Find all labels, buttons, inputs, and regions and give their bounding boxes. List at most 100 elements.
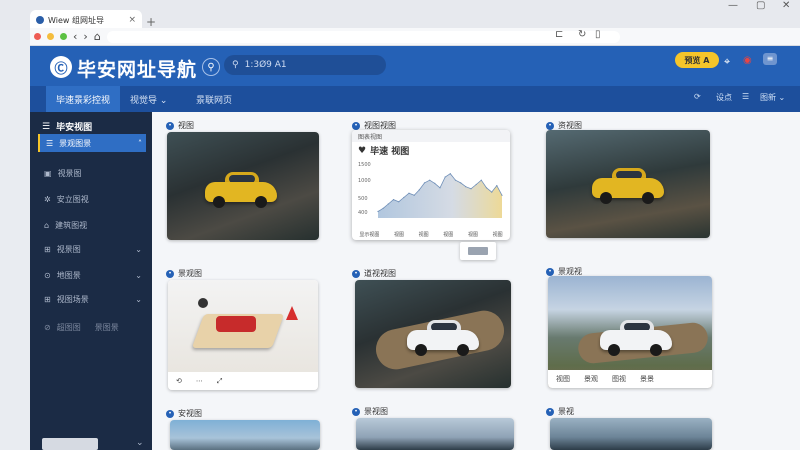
nav-tab-2[interactable]: 景联网页 — [186, 86, 242, 112]
card-4[interactable] — [355, 280, 511, 388]
avatar[interactable] — [42, 438, 98, 450]
bookmark-icon[interactable]: ▯ — [595, 29, 601, 40]
grid-icon[interactable]: ☰ — [742, 92, 749, 101]
notification-icon[interactable]: ◉ — [743, 55, 752, 66]
card-footer-item[interactable]: 景观 — [584, 374, 598, 384]
pin-icon: • — [352, 121, 360, 130]
chart-point — [377, 210, 379, 213]
search-icon: ⚲ — [232, 60, 239, 70]
sidebar-item-2[interactable]: ✲ 安立图视 — [38, 190, 146, 208]
traffic-zoom-icon[interactable] — [60, 33, 67, 40]
card-label-text: 道视视图 — [364, 269, 396, 278]
sphere-model — [198, 298, 208, 308]
card-label-0: • 视图 — [166, 120, 194, 131]
search-toggle-icon[interactable]: ⚲ — [202, 58, 220, 76]
chart-point — [480, 179, 482, 181]
sidebar-item-label: 安立图视 — [56, 194, 89, 204]
chart-footer-item[interactable]: 视图 — [394, 231, 404, 238]
building-icon: ⌂ — [44, 220, 50, 230]
card-8[interactable] — [550, 418, 712, 450]
minimize-icon[interactable]: — — [728, 0, 738, 12]
nav-tab-0[interactable]: 毕速景彩控视 — [46, 86, 121, 112]
sidebar-item-0[interactable]: ☰ 景观图景 ˄ — [38, 134, 146, 152]
home-icon[interactable]: ⌂ — [94, 30, 101, 43]
search-text: 1:3Ø9 A1 — [244, 60, 287, 70]
chart-footer-item[interactable]: 视图 — [443, 231, 453, 238]
pin-icon: • — [166, 269, 174, 278]
chart-popup[interactable] — [460, 242, 496, 260]
search-input[interactable]: ⚲ 1:3Ø9 A1 — [224, 55, 386, 75]
chevron-down-icon[interactable]: ⌄ — [136, 438, 144, 448]
maximize-icon[interactable]: ▢ — [756, 0, 765, 12]
url-input[interactable] — [106, 30, 620, 43]
chart-card[interactable]: 图表视图 ♥ 毕速 视图 1500 1000 500 400 显示视图 视图 视图 视… — [352, 130, 510, 240]
card-footer-item[interactable]: 图视 — [612, 374, 626, 384]
card-6[interactable] — [170, 420, 320, 450]
sidebar-item-5[interactable]: ⊙ 地图景 ⌄ — [38, 266, 146, 284]
pin-icon: • — [352, 269, 360, 278]
more-icon[interactable]: ⋯ — [196, 377, 203, 385]
chart-footer-item[interactable]: 显示视图 — [359, 231, 379, 238]
rotate-icon[interactable]: ⟲ — [176, 377, 182, 385]
chart-footer-item[interactable]: 视图 — [493, 231, 503, 238]
close-window-icon[interactable]: ✕ — [782, 0, 790, 12]
card-footer-item[interactable]: 景景 — [640, 374, 654, 384]
chart-point — [501, 194, 503, 196]
nav-tab-1[interactable]: 视觉导 ⌄ — [120, 86, 177, 112]
expand-icon[interactable]: ⤢ — [217, 377, 223, 386]
chevron-down-icon: ⌄ — [135, 270, 142, 280]
card-label-text: 景视图 — [364, 407, 388, 416]
card-3[interactable]: ⟲ ⋯ ⤢ — [168, 280, 318, 390]
refresh-icon[interactable]: ⟳ — [694, 92, 701, 101]
chart-footer: 显示视图 视图 视图 视图 视图 视图 — [352, 228, 510, 240]
sidebar-item-label: 景观图景 — [59, 138, 92, 148]
flag-model — [286, 306, 298, 320]
sidebar-item-6[interactable]: ⊞ 视图场景 ⌄ — [38, 290, 146, 308]
close-tab-icon[interactable]: × — [128, 15, 136, 25]
chart-point — [449, 173, 451, 175]
back-icon[interactable]: ‹ — [73, 30, 77, 43]
sidebar-title: ☰ 毕安视图 — [42, 120, 92, 134]
card-image — [356, 418, 514, 450]
pin-icon[interactable]: ⌖ — [724, 55, 730, 69]
chart-footer-item[interactable]: 视图 — [419, 231, 429, 238]
card-5[interactable]: 视图 景观 图视 景景 — [548, 276, 712, 388]
card-footer: ⟲ ⋯ ⤢ — [168, 372, 318, 390]
new-tab-button[interactable]: + — [146, 15, 156, 29]
traffic-close-icon[interactable] — [34, 33, 41, 40]
chevron-down-icon: ⌄ — [135, 294, 142, 304]
sidebar-item-4[interactable]: ⊞ 视景图 ⌄ — [38, 240, 146, 258]
chart-point — [491, 191, 493, 193]
layers-icon: ⊞ — [44, 244, 51, 254]
chart-point — [454, 179, 457, 181]
y-tick-label: 500 — [358, 196, 368, 202]
logo-icon: Ⓒ — [50, 56, 72, 78]
map-pin-icon: ⊙ — [44, 270, 51, 280]
card-label-8: • 景视 — [546, 406, 574, 417]
sidebar-item-7[interactable]: ⊘ 超图图 景图景 — [38, 318, 146, 336]
menu-icon[interactable]: ≡ — [763, 53, 777, 65]
card-label-7: • 景视图 — [352, 406, 388, 417]
logo-text: 毕安网址导航 — [77, 59, 198, 81]
nav-right-label-1[interactable]: 设点 — [716, 92, 732, 103]
app-header: Ⓒ 毕安网址导航 ⚲ ⚲ 1:3Ø9 A1 预览 A ⌖ ◉ ≡ — [30, 46, 800, 86]
chart-svg: 1500 1000 500 400 — [358, 162, 503, 218]
favicon-icon — [36, 16, 44, 24]
nav-right-label-2[interactable]: 图新 ⌄ — [760, 92, 785, 103]
preview-button[interactable]: 预览 A — [675, 52, 719, 68]
card-2[interactable] — [546, 130, 710, 238]
reload-icon[interactable]: ↻ — [578, 29, 586, 40]
lock-icon: ⊏ — [555, 29, 564, 40]
forward-icon[interactable]: › — [83, 30, 87, 43]
pin-icon: • — [352, 407, 360, 416]
card-7[interactable] — [356, 418, 514, 450]
chart-point — [392, 199, 395, 201]
card-footer-item[interactable]: 视图 — [556, 374, 570, 384]
boat-canopy — [216, 316, 256, 332]
sidebar-item-1[interactable]: ▣ 视景图 — [38, 164, 146, 182]
browser-tab[interactable]: Wiew 组网址导 × — [30, 10, 142, 30]
chart-footer-item[interactable]: 视图 — [468, 231, 478, 238]
sidebar-item-3[interactable]: ⌂ 建筑图视 — [38, 216, 146, 234]
card-0[interactable] — [167, 132, 319, 240]
traffic-minimize-icon[interactable] — [47, 33, 54, 40]
